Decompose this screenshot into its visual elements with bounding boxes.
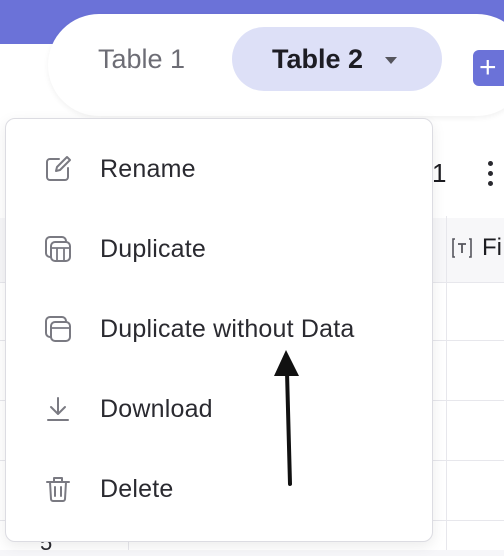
annotation-arrow-icon <box>274 350 299 486</box>
